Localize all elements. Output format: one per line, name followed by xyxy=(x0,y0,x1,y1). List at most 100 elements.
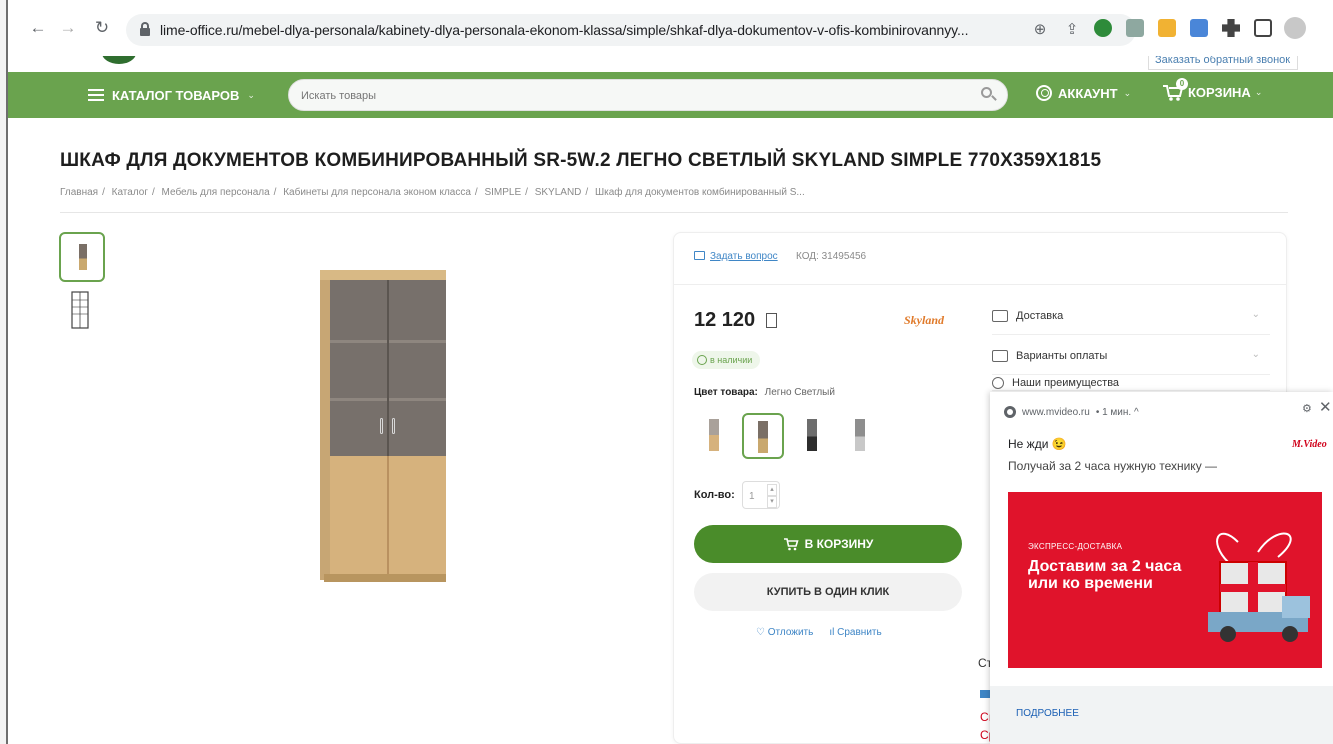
divider xyxy=(60,212,1288,213)
compare-label: Сравнить xyxy=(837,627,882,638)
search-box[interactable] xyxy=(288,79,1008,111)
add-to-cart-label: В КОРЗИНУ xyxy=(804,537,874,551)
extension-translate-icon[interactable] xyxy=(1190,19,1208,37)
chevron-down-icon: ⌄ xyxy=(1251,349,1260,360)
delivery-option[interactable]: Доставка ⌄ xyxy=(992,297,1270,335)
color-row: Цвет товара: Легно Светлый xyxy=(694,387,835,398)
breadcrumb-item[interactable]: Каталог xyxy=(112,187,148,198)
chevron-down-icon: ⌄ xyxy=(1123,87,1132,98)
share-icon[interactable]: ⇪ xyxy=(1063,21,1081,39)
ask-question-link[interactable]: Задать вопрос xyxy=(710,251,778,262)
notification-banner[interactable]: ЭКСПРЕСС-ДОСТАВКА Доставим за 2 часа или… xyxy=(1008,492,1322,668)
side-panel-icon[interactable] xyxy=(1254,19,1272,37)
browser-notification[interactable]: www.mvideo.ru • 1 мин. ^ ⚙ ✕ Не жди 😉 M.… xyxy=(990,392,1333,744)
color-label: Цвет товара: xyxy=(694,387,758,398)
breadcrumb-item[interactable]: SIMPLE xyxy=(484,187,521,198)
truck-icon xyxy=(980,690,990,698)
quantity-input[interactable] xyxy=(749,489,763,503)
mvideo-logo: M.Video xyxy=(1292,439,1327,450)
notification-body: Получай за 2 часа нужную технику — xyxy=(1008,459,1218,473)
color-swatch[interactable] xyxy=(792,413,834,459)
quantity-label: Кол-во: xyxy=(694,489,735,501)
profile-icon[interactable] xyxy=(1284,17,1306,39)
card-header: Задать вопрос КОД: 31495456 xyxy=(674,233,1286,285)
breadcrumb: Главная / Каталог / Мебель для персонала / … xyxy=(60,187,805,198)
product-image[interactable] xyxy=(320,270,446,586)
url-text[interactable]: lime-office.ru/mebel-dlya-personala/kabi… xyxy=(160,22,968,38)
user-icon xyxy=(1036,85,1052,101)
defer-link[interactable]: ♡ Отложить xyxy=(756,627,813,638)
search-icon[interactable] xyxy=(981,87,997,103)
product-title: ШКАФ ДЛЯ ДОКУМЕНТОВ КОМБИНИРОВАННЫЙ SR-5… xyxy=(60,150,1102,171)
brand-logo[interactable]: Skyland xyxy=(904,313,944,328)
zoom-icon[interactable]: ⊕ xyxy=(1031,21,1049,39)
chevron-down-icon: ⌄ xyxy=(1251,309,1260,320)
breadcrumb-item[interactable]: Главная xyxy=(60,187,98,198)
payment-label: Варианты оплаты xyxy=(1016,349,1108,362)
cart-icon xyxy=(783,538,799,551)
delivery-label: Доставка xyxy=(1016,309,1064,322)
cart-icon: 0 xyxy=(1162,78,1188,102)
callback-link[interactable]: Заказать обратный звонок xyxy=(1148,56,1298,70)
color-swatch-selected[interactable] xyxy=(742,413,784,459)
site-header-peek: Заказать обратный звонок xyxy=(8,56,1333,72)
hamburger-icon xyxy=(88,89,104,101)
product-thumbnail-photo[interactable] xyxy=(59,232,105,282)
product-thumbnail-drawing[interactable] xyxy=(68,290,92,330)
catalog-button[interactable]: КАТАЛОГ ТОВАРОВ ⌄ xyxy=(88,85,255,105)
compare-link[interactable]: ıl Сравнить xyxy=(829,627,881,638)
truck-icon xyxy=(992,309,1008,322)
address-bar[interactable]: lime-office.ru/mebel-dlya-personala/kabi… xyxy=(126,14,1136,46)
ruble-icon xyxy=(766,313,777,328)
defer-label: Отложить xyxy=(767,627,814,638)
browser-toolbar: ← → ↻ lime-office.ru/mebel-dlya-personal… xyxy=(8,0,1333,56)
chevron-down-icon: ⌄ xyxy=(1254,86,1263,97)
window-left-edge xyxy=(0,0,8,744)
gift-truck-illustration xyxy=(1208,532,1310,642)
cart-button[interactable]: 0 КОРЗИНА ⌄ xyxy=(1162,78,1263,102)
puzzle-icon[interactable] xyxy=(1222,19,1240,37)
breadcrumb-item[interactable]: SKYLAND xyxy=(535,187,582,198)
buy-one-click-button[interactable]: КУПИТЬ В ОДИН КЛИК xyxy=(694,573,962,611)
extension-icon[interactable] xyxy=(1126,19,1144,37)
breadcrumb-item[interactable]: Кабинеты для персонала эконом класса xyxy=(283,187,471,198)
chat-icon xyxy=(694,251,705,260)
close-icon[interactable]: ✕ xyxy=(1319,398,1332,416)
quantity-stepper[interactable]: ▴ ▾ xyxy=(742,481,780,509)
notification-footer: ПОДРОБНЕЕ xyxy=(990,686,1333,744)
breadcrumb-item[interactable]: Мебель для персонала xyxy=(162,187,270,198)
quantity-up-button[interactable]: ▴ xyxy=(767,484,777,496)
action-links: ♡ Отложить ıl Сравнить xyxy=(756,627,882,638)
extension-icon[interactable] xyxy=(1158,19,1176,37)
account-button[interactable]: АККАУНТ ⌄ xyxy=(1036,85,1131,101)
notification-title: Не жди 😉 xyxy=(1008,437,1067,451)
chrome-icon xyxy=(1004,406,1016,418)
notification-source: www.mvideo.ru xyxy=(1022,406,1090,418)
reload-icon[interactable]: ↻ xyxy=(92,18,112,38)
advantages-label: Наши преимущества xyxy=(1012,377,1120,389)
color-swatch[interactable] xyxy=(840,413,882,459)
search-input[interactable] xyxy=(301,87,951,105)
color-swatch[interactable] xyxy=(694,413,736,459)
kebab-menu-icon[interactable]: ⋮ xyxy=(1328,12,1333,28)
forward-icon[interactable]: → xyxy=(58,18,78,38)
breadcrumb-current: Шкаф для документов комбинированный S... xyxy=(594,187,805,198)
add-to-cart-button[interactable]: В КОРЗИНУ xyxy=(694,525,962,563)
back-icon[interactable]: ← xyxy=(28,18,48,38)
color-value: Легно Светлый xyxy=(764,387,835,398)
quantity-down-button[interactable]: ▾ xyxy=(767,496,777,508)
account-label: АККАУНТ xyxy=(1058,85,1118,101)
extension-evernote-icon[interactable] xyxy=(1094,19,1112,37)
stock-badge: в наличии xyxy=(692,351,761,369)
lock-icon xyxy=(140,22,150,36)
main-menu-bar: КАТАЛОГ ТОВАРОВ ⌄ АККАУНТ ⌄ 0 КОРЗИНА ⌄ xyxy=(8,72,1333,118)
chevron-down-icon: ⌄ xyxy=(247,89,255,100)
banner-headline: Доставим за 2 часа или ко времени xyxy=(1028,558,1182,592)
more-button[interactable]: ПОДРОБНЕЕ xyxy=(1016,708,1079,719)
advantages-option[interactable]: Наши преимущества xyxy=(992,377,1270,391)
payment-option[interactable]: Варианты оплаты ⌄ xyxy=(992,337,1270,375)
catalog-label: КАТАЛОГ ТОВАРОВ xyxy=(112,87,240,103)
gear-icon[interactable]: ⚙ xyxy=(1302,402,1312,415)
site-logo[interactable] xyxy=(102,56,136,64)
product-code: КОД: 31495456 xyxy=(796,251,867,262)
